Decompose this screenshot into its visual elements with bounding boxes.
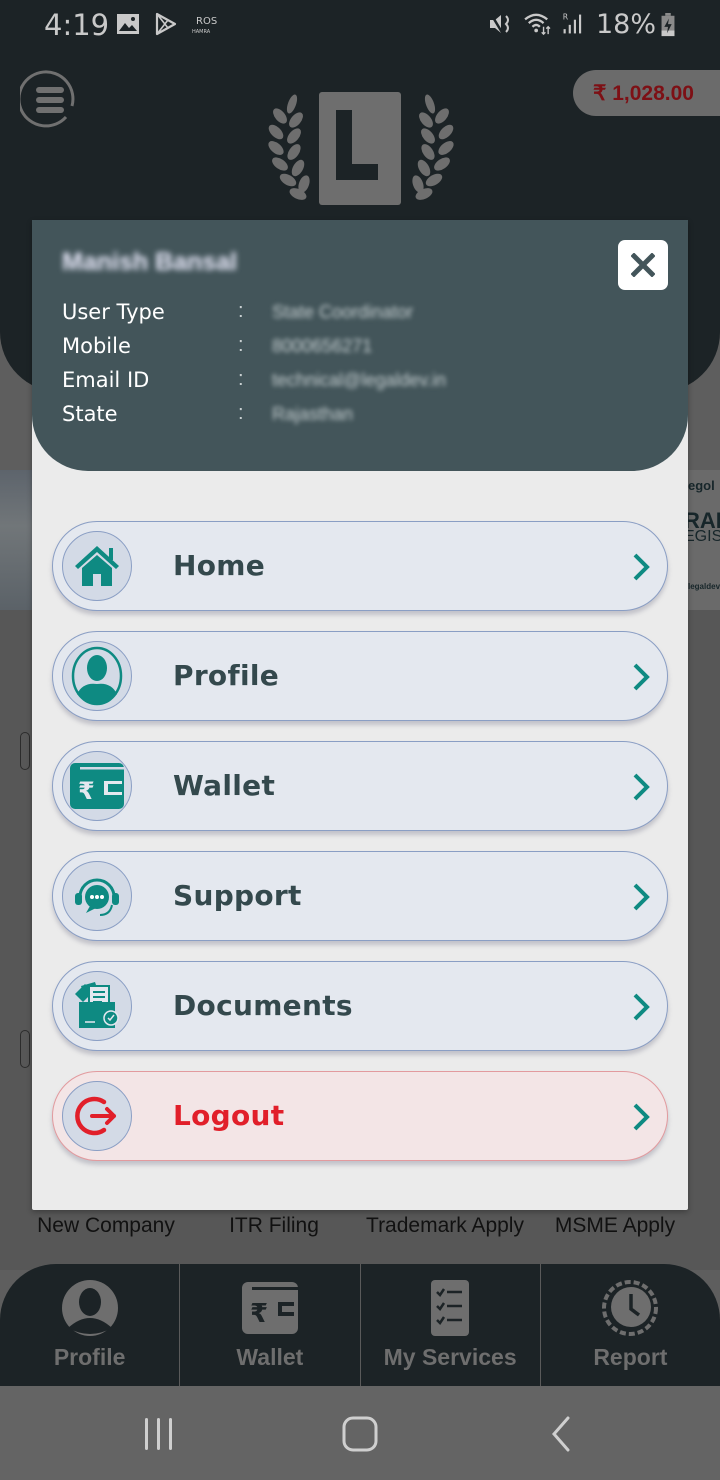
nav-report[interactable]: Report — [541, 1264, 720, 1386]
nav-label: Report — [593, 1344, 668, 1370]
service-msme-apply[interactable]: MSME Apply — [535, 1212, 695, 1258]
home-icon — [75, 546, 119, 586]
wifi-icon — [524, 13, 551, 36]
menu-item-profile[interactable]: Profile — [52, 631, 668, 721]
user-info-card: Manish Bansal User Type : State Coordina… — [32, 220, 688, 471]
menu-item-label: Logout — [173, 1099, 285, 1132]
mute-vibrate-icon — [489, 13, 509, 35]
menu-icon-circle — [62, 531, 132, 601]
battery-charging-icon — [661, 13, 675, 37]
status-time: 4:19 — [44, 8, 110, 42]
nav-label: My Services — [383, 1344, 517, 1370]
service-itr-filing[interactable]: ITR Filing — [194, 1212, 354, 1258]
nav-label: Profile — [53, 1344, 126, 1370]
battery-percent: 18% — [596, 9, 657, 40]
menu-item-label: Profile — [173, 659, 280, 692]
info-row-email: Email ID : technical@legaldev.in — [62, 368, 662, 398]
service-new-company[interactable]: New Company — [26, 1212, 186, 1258]
menu-icon-circle — [62, 861, 132, 931]
svg-text:₹: ₹ — [78, 777, 95, 805]
app-logo — [268, 92, 454, 205]
close-icon — [631, 253, 655, 277]
menu-icon-circle — [62, 971, 132, 1041]
menu-icon-circle — [62, 641, 132, 711]
svg-text:ROS: ROS — [196, 16, 217, 27]
menu-icon-circle — [62, 1081, 132, 1151]
menu-item-label: Documents — [173, 989, 353, 1022]
field-value: technical@legaldev.in — [272, 370, 447, 390]
chevron-right-icon — [633, 773, 650, 801]
hamburger-menu-icon[interactable] — [20, 68, 80, 128]
field-label: User Type — [62, 300, 165, 324]
promo-banner-right[interactable]: egol RAD EGIS legaldev — [688, 470, 720, 610]
play-store-icon — [155, 12, 177, 36]
profile-menu-modal: Manish Bansal User Type : State Coordina… — [32, 220, 688, 1210]
svg-text:₹: ₹ — [250, 1299, 268, 1329]
nav-wallet[interactable]: ₹ Wallet — [180, 1264, 361, 1386]
menu-item-logout[interactable]: Logout — [52, 1071, 668, 1161]
banner-text: EGIS — [688, 528, 720, 545]
status-bar: 4:19 ROS HAMRA R 18% — [0, 0, 720, 52]
recents-icon[interactable] — [140, 1416, 180, 1452]
service-trademark-apply[interactable]: Trademark Apply — [365, 1212, 525, 1258]
info-row-mobile: Mobile : 8000656271 — [62, 334, 662, 364]
documents-icon — [75, 982, 119, 1028]
field-separator: : — [238, 402, 244, 424]
carousel-indicator — [20, 1030, 30, 1068]
menu-item-documents[interactable]: Documents — [52, 961, 668, 1051]
wallet-balance-badge[interactable]: ₹ 1,028.00 — [573, 70, 720, 116]
gallery-icon — [117, 14, 139, 34]
wallet-icon: ₹ — [70, 763, 124, 809]
support-icon — [75, 878, 119, 916]
wallet-icon: ₹ — [241, 1282, 298, 1334]
field-value: 8000656271 — [272, 336, 373, 356]
profile-icon — [61, 1280, 118, 1336]
field-label: Mobile — [62, 334, 131, 358]
profile-icon — [71, 646, 123, 706]
signal-roaming-icon: R — [563, 13, 582, 34]
ros-hamra-icon: ROS HAMRA — [192, 16, 217, 35]
home-icon[interactable] — [340, 1416, 380, 1452]
chevron-right-icon — [633, 553, 650, 581]
user-name: Manish Bansal — [62, 248, 238, 276]
nav-profile[interactable]: Profile — [0, 1264, 181, 1386]
field-label: Email ID — [62, 368, 150, 392]
nav-my-services[interactable]: My Services — [361, 1264, 541, 1386]
field-separator: : — [238, 300, 244, 322]
field-separator: : — [238, 334, 244, 356]
field-label: State — [62, 402, 118, 426]
svg-text:HAMRA: HAMRA — [192, 29, 211, 35]
nav-label: Wallet — [236, 1344, 304, 1370]
svg-text:R: R — [563, 13, 569, 22]
field-separator: : — [238, 368, 244, 390]
menu-item-label: Support — [173, 879, 302, 912]
info-row-user-type: User Type : State Coordinator — [62, 300, 662, 330]
back-icon[interactable] — [546, 1416, 576, 1452]
menu-icon-circle: ₹ — [62, 751, 132, 821]
menu-item-support[interactable]: Support — [52, 851, 668, 941]
chevron-right-icon — [633, 993, 650, 1021]
chevron-right-icon — [633, 1103, 650, 1131]
logout-icon — [75, 1096, 116, 1136]
field-value: State Coordinator — [272, 302, 414, 322]
menu-item-home[interactable]: Home — [52, 521, 668, 611]
field-value: Rajasthan — [272, 404, 354, 424]
banner-text: egol — [688, 478, 715, 493]
menu-item-label: Home — [173, 549, 266, 582]
menu-item-label: Wallet — [173, 769, 276, 802]
clock-icon — [602, 1280, 659, 1336]
chevron-right-icon — [633, 663, 650, 691]
carousel-indicator — [20, 732, 30, 770]
checklist-icon — [431, 1280, 470, 1336]
system-navigation-bar — [0, 1386, 720, 1480]
info-row-state: State : Rajasthan — [62, 402, 662, 432]
promo-banner-left[interactable] — [0, 470, 34, 610]
banner-text: legaldev — [688, 582, 720, 591]
menu-item-wallet[interactable]: ₹ Wallet — [52, 741, 668, 831]
bottom-navigation: Profile ₹ Wallet My Services Report — [0, 1264, 720, 1386]
close-button[interactable] — [618, 240, 668, 290]
chevron-right-icon — [633, 883, 650, 911]
